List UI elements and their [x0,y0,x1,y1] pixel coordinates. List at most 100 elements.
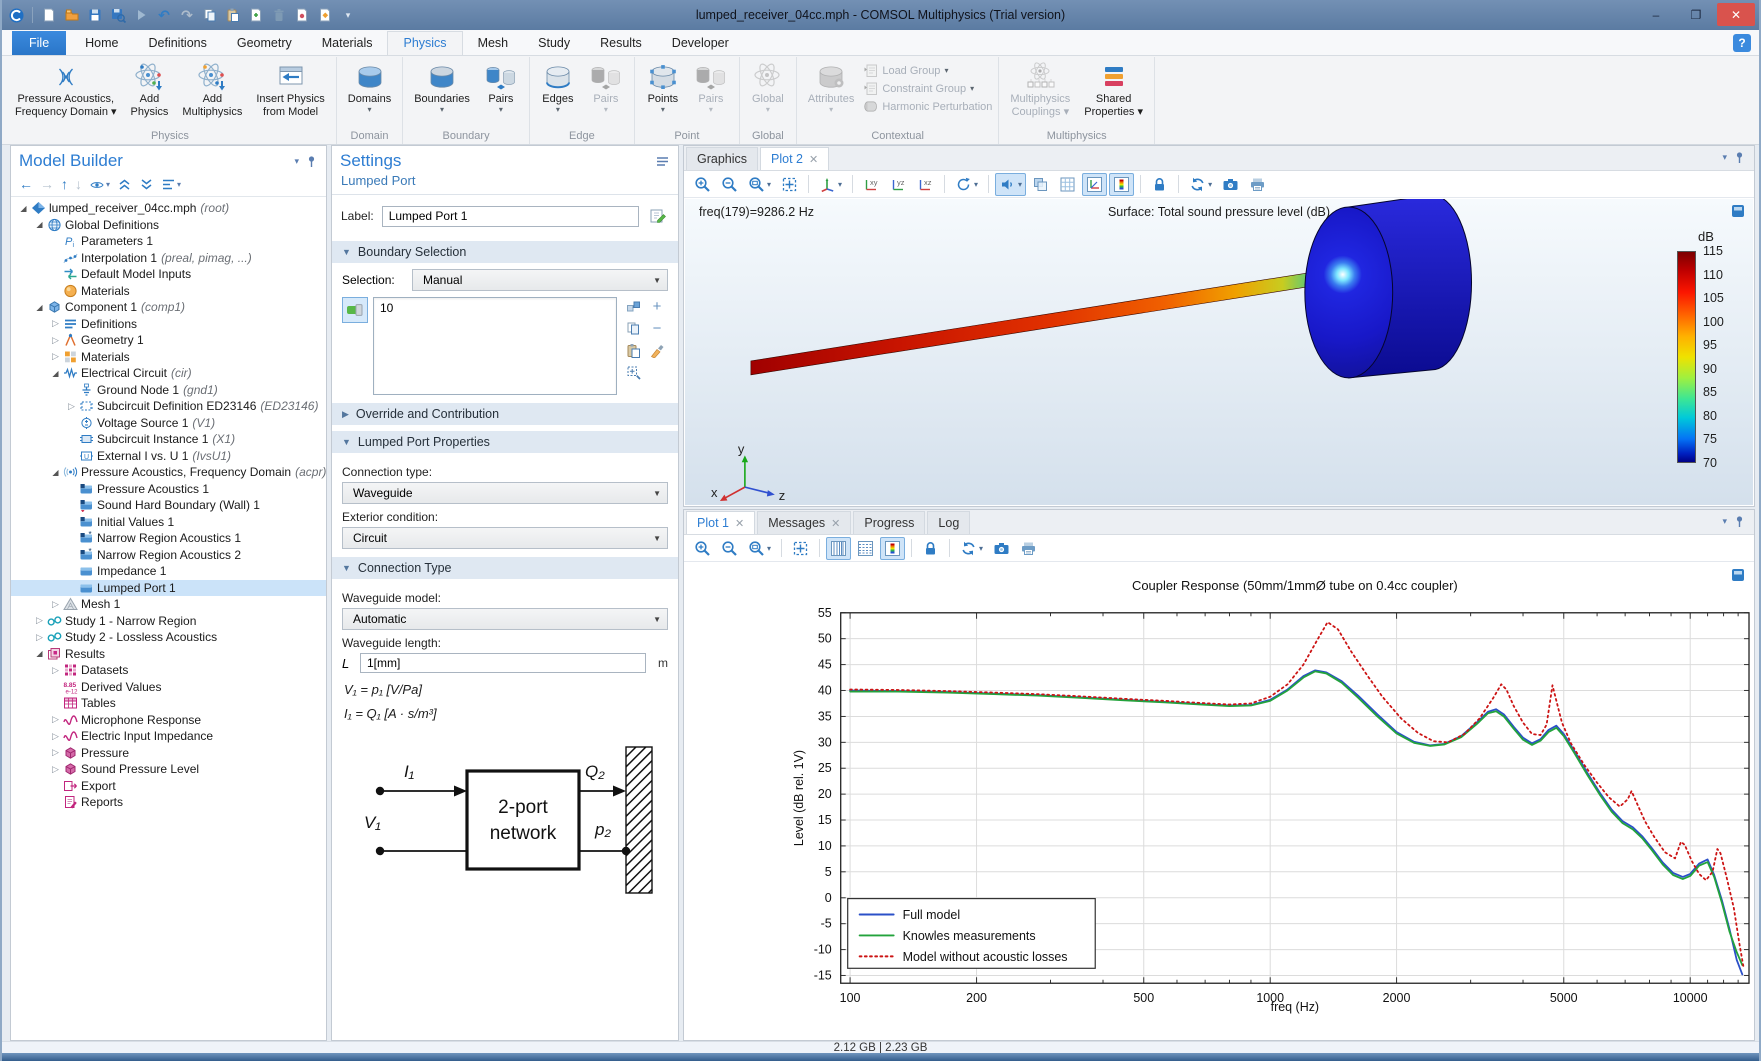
overflow-icon[interactable]: ▾ [338,5,358,25]
collapsed-icon[interactable]: ▷ [49,351,62,362]
connection-type-combo[interactable]: Waveguide▼ [342,482,668,504]
ribbon-edges[interactable]: Edges▾ [534,59,582,115]
expanded-icon[interactable]: ◢ [49,369,62,378]
minimize-button[interactable]: – [1637,3,1675,26]
zoom-box-button[interactable]: ▾ [744,173,775,196]
lock-button[interactable] [1147,173,1172,196]
close-icon[interactable]: ✕ [809,153,818,166]
expanded-icon[interactable]: ◢ [17,204,30,213]
paste-icon[interactable] [223,5,243,25]
collapsed-icon[interactable]: ▷ [49,747,62,758]
tree-item-narrow-region-acoustics-1[interactable]: *Narrow Region Acoustics 1 [11,530,326,547]
selection-combo[interactable]: Manual ▼ [412,269,668,291]
ribbon-load-group[interactable]: Load Group▾ [863,63,992,78]
ribbon-pairs[interactable]: Pairs▾ [687,59,735,115]
expand-all-button[interactable] [139,177,154,192]
zoom-extents-button[interactable] [788,537,813,560]
menu-tab-geometry[interactable]: Geometry [222,32,307,55]
menu-tab-home[interactable]: Home [70,32,133,55]
save-search-icon[interactable] [108,5,128,25]
menu-tab-physics[interactable]: Physics [387,31,462,55]
copy-icon[interactable] [200,5,220,25]
view-yz-button[interactable]: yz [886,173,911,196]
view-xy-button[interactable]: xy [859,173,884,196]
show-legend-button[interactable] [880,537,905,560]
tree-item-default-model-inputs[interactable]: Default Model Inputs [11,266,326,283]
tree-item-subcircuit-instance-1[interactable]: Subcircuit Instance 1(X1) [11,431,326,448]
label-input[interactable]: Lumped Port 1 [382,206,639,227]
transparency-button[interactable] [1028,173,1053,196]
tab-messages[interactable]: Messages✕ [757,511,851,534]
x-log-scale-button[interactable] [826,537,851,560]
close-icon[interactable]: ✕ [831,517,840,530]
ribbon-pressure-acoustics-frequency-domain[interactable]: Pressure Acoustics,Frequency Domain ▾ [8,59,124,120]
grid-button[interactable] [1055,173,1080,196]
collapsed-icon[interactable]: ▷ [65,401,78,412]
section-override[interactable]: ▶ Override and Contribution [332,403,678,425]
plot-window-icon[interactable] [1731,568,1745,582]
tree-item-pressure-acoustics-frequency-domain[interactable]: ◢Pressure Acoustics, Frequency Domain(ac… [11,464,326,481]
menu-tab-study[interactable]: Study [523,32,585,55]
save-icon[interactable] [85,5,105,25]
build-icon[interactable] [315,5,335,25]
zoom-out-button[interactable] [717,173,742,196]
ribbon-add-multiphysics[interactable]: AddMultiphysics [175,59,249,120]
collapsed-icon[interactable]: ▷ [49,335,62,346]
ribbon-domains[interactable]: Domains▾ [341,59,398,115]
tree-item-parameters-1[interactable]: PiParameters 1 [11,233,326,250]
node-text-button[interactable]: ▾ [161,177,181,192]
maximize-button[interactable]: ❐ [1677,3,1715,26]
pin-icon[interactable] [305,155,318,168]
selection-link-button[interactable] [624,297,642,315]
pin-icon[interactable] [1733,515,1746,528]
zoom-out-button[interactable] [717,537,742,560]
ribbon-harmonic-perturbation[interactable]: Harmonic Perturbation [863,99,992,114]
tree-item-geometry-1[interactable]: ▷Geometry 1 [11,332,326,349]
expanded-icon[interactable]: ◢ [33,220,46,229]
tree-item-datasets[interactable]: ▷Datasets [11,662,326,679]
print-button[interactable] [1245,173,1270,196]
reset-node-icon[interactable] [292,5,312,25]
show-button[interactable]: ▾ [89,177,110,192]
tree-item-tables[interactable]: Tables [11,695,326,712]
grid-lines-button[interactable] [853,537,878,560]
tree-item-microphone-response[interactable]: ▷Microphone Response [11,712,326,729]
tree-item-results[interactable]: ◢Results [11,646,326,663]
run-icon[interactable] [131,5,151,25]
tree-item-impedance-1[interactable]: Impedance 1 [11,563,326,580]
tree-item-lumped-port-1[interactable]: Lumped Port 1 [11,580,326,597]
snapshot-button[interactable] [1218,173,1243,196]
print-button[interactable] [1016,537,1041,560]
waveguide-length-input[interactable]: 1[mm] [360,653,646,673]
tree-item-study-2-lossless-acoustics[interactable]: ▷Study 2 - Lossless Acoustics [11,629,326,646]
collapsed-icon[interactable]: ▷ [49,764,62,775]
ribbon-pairs[interactable]: Pairs▾ [582,59,630,115]
exterior-condition-combo[interactable]: Circuit▼ [342,527,668,549]
pin-icon[interactable] [1733,151,1746,164]
zoom-extents-button[interactable] [777,173,802,196]
tree-item-narrow-region-acoustics-2[interactable]: *Narrow Region Acoustics 2 [11,547,326,564]
collapsed-icon[interactable]: ▷ [49,665,62,676]
menu-tab-definitions[interactable]: Definitions [134,32,222,55]
zoom-in-button[interactable] [690,537,715,560]
ribbon-constraint-group[interactable]: Constraint Group▾ [863,81,992,96]
collapsed-icon[interactable]: ▷ [49,599,62,610]
menu-tab-developer[interactable]: Developer [657,32,744,55]
section-connection-type[interactable]: ▼ Connection Type [332,557,678,579]
tree-item-subcircuit-definition-ed23146[interactable]: ▷Subcircuit Definition ED23146(ED23146) [11,398,326,415]
tree-item-interpolation-1[interactable]: Interpolation 1(preal, pimag, ...) [11,250,326,267]
tree-item-derived-values[interactable]: 8.85e-12Derived Values [11,679,326,696]
tree-item-export[interactable]: Export [11,778,326,795]
copy-button[interactable] [624,319,642,337]
collapsed-icon[interactable]: ▷ [49,714,62,725]
tab-progress[interactable]: Progress [853,511,925,534]
waveguide-model-combo[interactable]: Automatic▼ [342,608,668,630]
panel-menu-icon[interactable]: ▾ [1722,152,1727,163]
tree-item-global-definitions[interactable]: ◢Global Definitions [11,217,326,234]
open-file-icon[interactable] [62,5,82,25]
forward-button[interactable]: → [40,176,54,192]
ribbon-insert-physics-from-model[interactable]: Insert Physicsfrom Model [249,59,331,120]
ribbon-multiphysics-couplings[interactable]: MultiphysicsCouplings ▾ [1003,59,1077,120]
ribbon-global[interactable]: Global▾ [744,59,792,115]
delete-icon[interactable] [269,5,289,25]
